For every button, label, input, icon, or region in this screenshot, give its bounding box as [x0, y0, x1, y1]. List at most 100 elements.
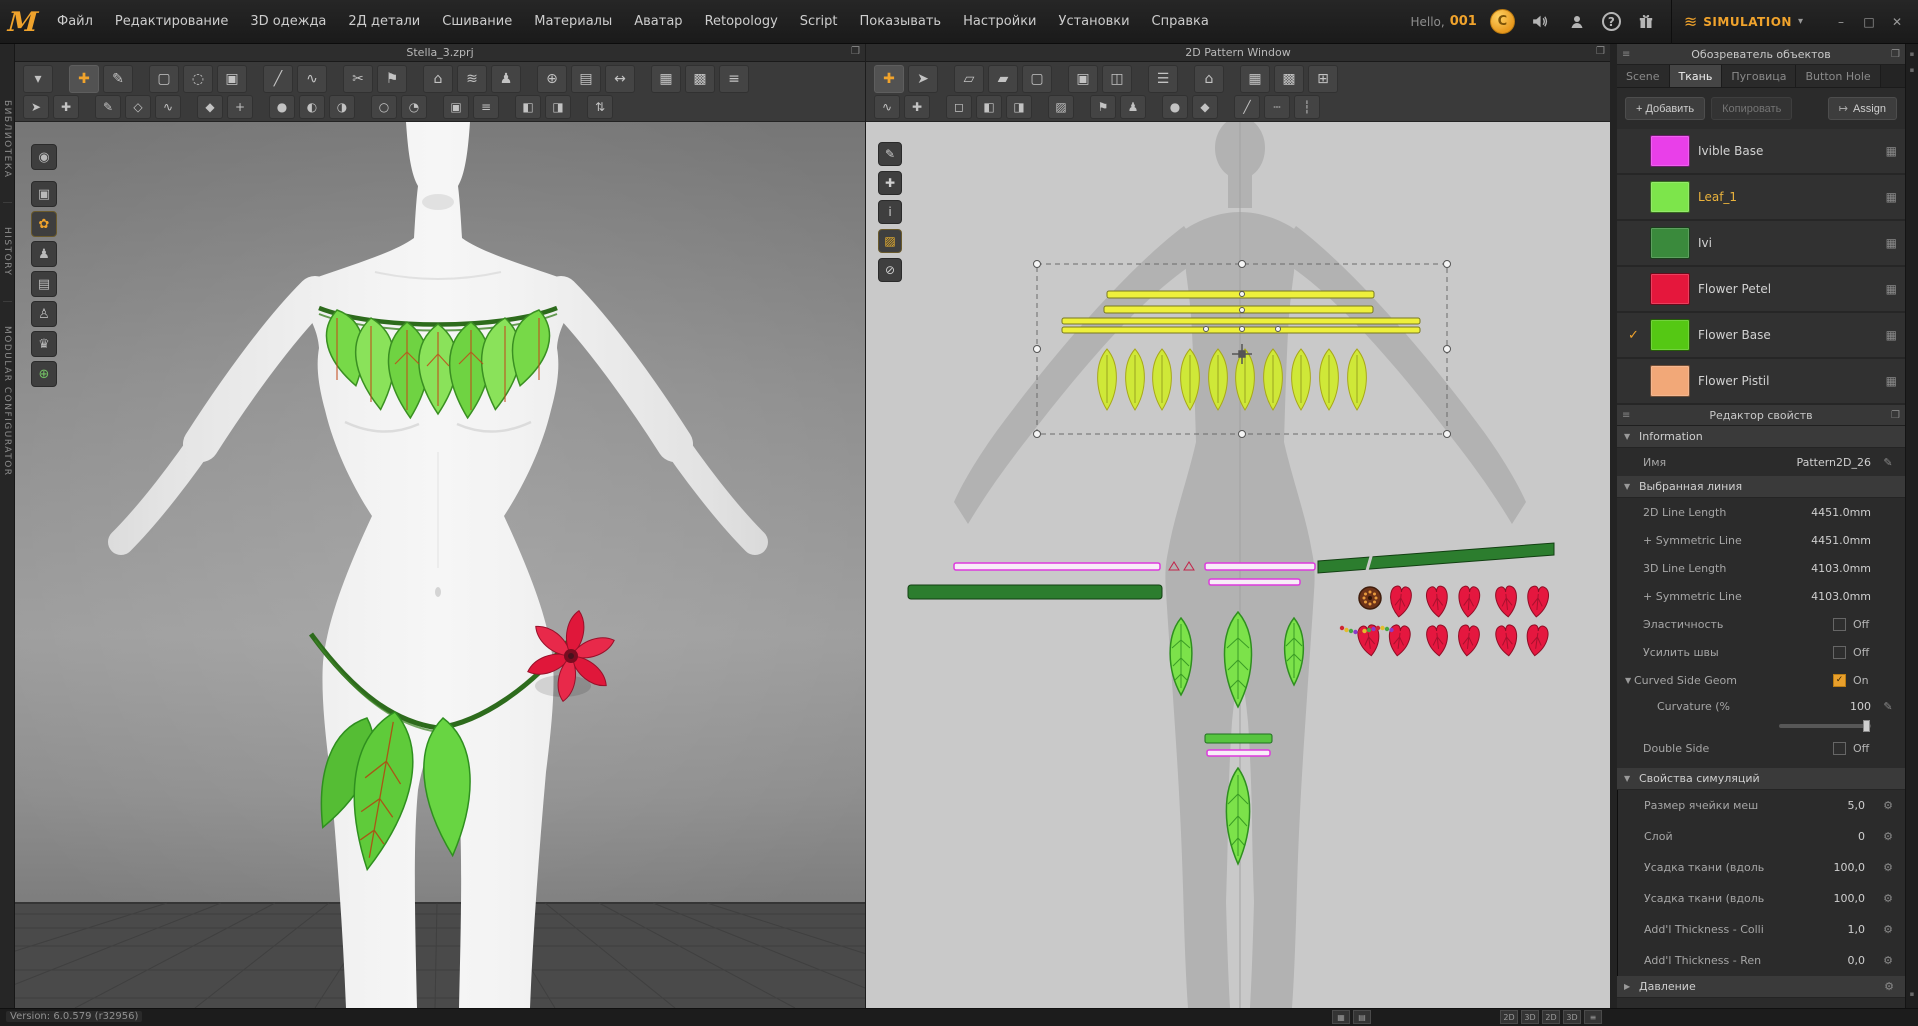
free-sew-tool-icon[interactable]: ∿: [297, 65, 327, 93]
pattern-flower-petals[interactable]: [1356, 584, 1550, 658]
add-point-tool-icon[interactable]: +: [227, 95, 253, 119]
pattern-name-field[interactable]: Pattern2D_26: [1796, 456, 1871, 469]
collapse-triangle-icon[interactable]: ▼: [1625, 676, 1634, 685]
pattern-2d-canvas[interactable]: ✎ ✚ i ▨ ⊘: [866, 122, 1610, 1008]
align-tool-icon[interactable]: ⇅: [587, 95, 613, 119]
property-value-field[interactable]: 100,0: [1801, 892, 1866, 905]
fabric-row-flower-base[interactable]: ✓ Flower Base ▦: [1617, 313, 1905, 359]
flag-tool-icon[interactable]: ⚑: [1090, 95, 1116, 119]
curved-side-checkbox[interactable]: ✓: [1833, 673, 1846, 687]
tab-scene[interactable]: Scene: [1617, 65, 1670, 87]
curve-tool-icon[interactable]: ∿: [155, 95, 181, 119]
menu-sewing[interactable]: Сшивание: [431, 0, 523, 44]
menu-3d-garment[interactable]: 3D одежда: [239, 0, 337, 44]
section-pressure[interactable]: ▶ Давление ⚙: [1617, 976, 1905, 998]
menu-2d-pattern[interactable]: 2Д детали: [337, 0, 431, 44]
minimize-button[interactable]: –: [1828, 11, 1854, 33]
library-pose-icon[interactable]: ♟: [31, 241, 57, 267]
pin-tool-icon[interactable]: ⚑: [377, 65, 407, 93]
layout-toggle-icon[interactable]: ▤: [1353, 1010, 1371, 1024]
pen-2d-icon[interactable]: ✎: [878, 142, 902, 166]
fabric-swatch[interactable]: [1650, 227, 1690, 259]
project-tab[interactable]: Stella_3.zprj: [406, 46, 473, 59]
polygon-tool-icon[interactable]: ◇: [125, 95, 151, 119]
fabric-swatch[interactable]: [1650, 181, 1690, 213]
panel-divider[interactable]: [1610, 44, 1617, 1008]
menu-edit[interactable]: Редактирование: [104, 0, 239, 44]
library-mannequin-icon[interactable]: ♛: [31, 331, 57, 357]
popout-icon[interactable]: ❐: [851, 46, 860, 57]
add-fabric-button[interactable]: + Добавить: [1625, 97, 1706, 120]
point-tool-c-icon[interactable]: ◑: [329, 95, 355, 119]
menu-script[interactable]: Script: [789, 0, 849, 44]
fabric-swatch[interactable]: [1650, 365, 1690, 397]
segment-sew-tool-icon[interactable]: ╱: [263, 65, 293, 93]
edit-pencil-icon[interactable]: ✎: [1879, 456, 1897, 469]
property-value-field[interactable]: 5,0: [1801, 799, 1866, 812]
wrench-icon[interactable]: ⚙: [1879, 861, 1897, 874]
account-icon[interactable]: [1565, 10, 1589, 34]
box-select-tool-icon[interactable]: ▢: [149, 65, 179, 93]
slider-handle[interactable]: [1863, 720, 1870, 732]
fabric-row-flower-petel[interactable]: Flower Petel ▦: [1617, 267, 1905, 313]
mirror-right-tool-icon[interactable]: ◨: [545, 95, 571, 119]
property-value-field[interactable]: 0,0: [1801, 954, 1866, 967]
fold-tool-icon[interactable]: ⌂: [423, 65, 453, 93]
view-3d-toggle[interactable]: 3D: [1563, 1010, 1581, 1024]
pattern-window-tab[interactable]: 2D Pattern Window: [1185, 46, 1290, 59]
point-tool-a-icon[interactable]: ●: [269, 95, 295, 119]
fabric-type-icon[interactable]: ▦: [1886, 374, 1897, 388]
texture-grid-tool-icon[interactable]: ▩: [685, 65, 715, 93]
sphere-tool-b-icon[interactable]: ◔: [401, 95, 427, 119]
stack-tool-icon[interactable]: ≡: [473, 95, 499, 119]
fabric-view-icon[interactable]: ▨: [878, 229, 902, 253]
popout-icon[interactable]: ❐: [1891, 410, 1900, 421]
collapse-panel-icon[interactable]: ▪: [1910, 990, 1915, 998]
fabric-type-icon[interactable]: ▦: [1886, 144, 1897, 158]
attach-tool-icon[interactable]: ⊕: [537, 65, 567, 93]
iron-tool-icon[interactable]: ▨: [1048, 95, 1074, 119]
tab-button[interactable]: Пуговица: [1722, 65, 1797, 87]
fabric-type-icon[interactable]: ▦: [1886, 282, 1897, 296]
pattern-pieces-canvas[interactable]: [866, 122, 1610, 1008]
edit-curve-tool-icon[interactable]: ∿: [874, 95, 900, 119]
library-avatar-icon[interactable]: ◉: [31, 144, 57, 170]
menu-materials[interactable]: Материалы: [523, 0, 623, 44]
steam-tool-icon[interactable]: ≋: [457, 65, 487, 93]
mirror-paste-right-tool-icon[interactable]: ◨: [1006, 95, 1032, 119]
menu-preferences[interactable]: Настройки: [952, 0, 1047, 44]
help-icon[interactable]: ?: [1601, 12, 1621, 31]
dart-tool-icon[interactable]: ◆: [197, 95, 223, 119]
grid-tool-icon[interactable]: ▦: [651, 65, 681, 93]
section-simulation-properties[interactable]: ▼ Свойства симуляций: [1617, 768, 1905, 790]
group-select-tool-icon[interactable]: ▣: [217, 65, 247, 93]
edit-pen-tool-icon[interactable]: ✎: [95, 95, 121, 119]
double-side-checkbox[interactable]: [1833, 741, 1846, 755]
lock-2d-icon[interactable]: ⊘: [878, 258, 902, 282]
property-value-field[interactable]: 0: [1801, 830, 1865, 843]
seam-line-tool-icon[interactable]: ╱: [1234, 95, 1260, 119]
wrench-icon[interactable]: ⚙: [1879, 799, 1897, 812]
select-tool-icon[interactable]: ➤: [23, 95, 49, 119]
menu-settings[interactable]: Установки: [1048, 0, 1141, 44]
guide-line-tool-icon[interactable]: ┆: [1294, 95, 1320, 119]
dense-grid-tool-icon[interactable]: ▩: [1274, 65, 1304, 93]
property-value-field[interactable]: 1,0: [1801, 923, 1866, 936]
fabric-type-icon[interactable]: ▦: [1886, 190, 1897, 204]
panel-menu-icon[interactable]: ≡: [1622, 410, 1630, 421]
wrench-icon[interactable]: ⚙: [1880, 980, 1898, 993]
gizmo-dropdown-icon[interactable]: ▾: [23, 65, 53, 93]
grid-2d-tool-icon[interactable]: ▦: [1240, 65, 1270, 93]
pattern-flower-pistil[interactable]: [1358, 586, 1382, 610]
menu-file[interactable]: Файл: [46, 0, 104, 44]
image-pattern-tool-icon[interactable]: ▣: [1068, 65, 1098, 93]
library-online-icon[interactable]: ⊕: [31, 361, 57, 387]
seam-point-tool-icon[interactable]: ●: [1162, 95, 1188, 119]
coin-icon[interactable]: C: [1489, 9, 1515, 34]
texture-editor-tool-icon[interactable]: ◫: [1102, 65, 1132, 93]
section-information[interactable]: ▼ Information: [1617, 426, 1905, 448]
fabric-swatch[interactable]: [1650, 273, 1690, 305]
dashed-line-tool-icon[interactable]: ┄: [1264, 95, 1290, 119]
dart-2d-tool-icon[interactable]: ◆: [1192, 95, 1218, 119]
view-2d-toggle[interactable]: 2D: [1542, 1010, 1560, 1024]
